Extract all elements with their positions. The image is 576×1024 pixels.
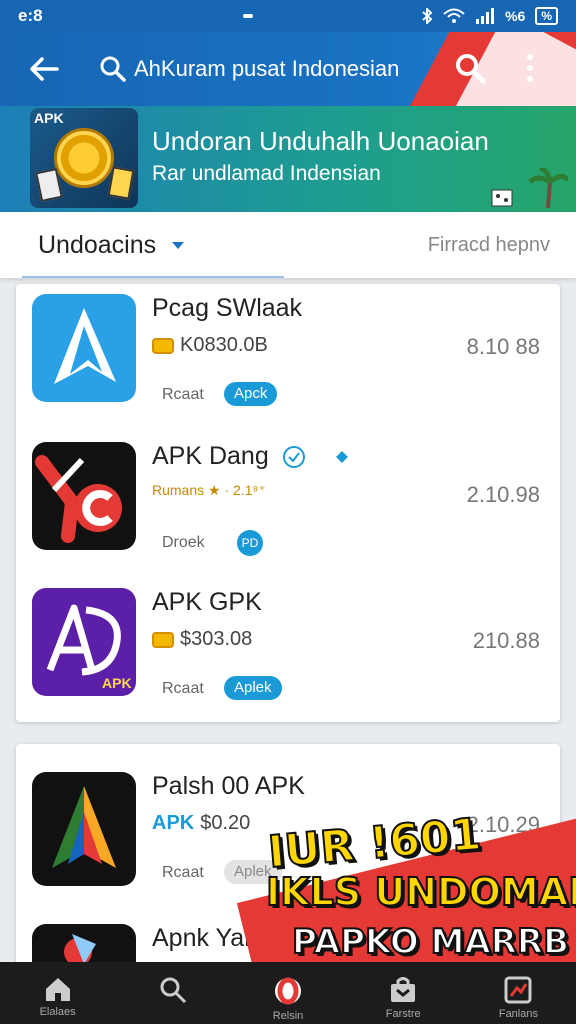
signal-text: %6: [505, 8, 526, 24]
nav-item-features[interactable]: Fanlans: [461, 962, 576, 1024]
coin-icon: [152, 631, 174, 648]
sort-label: Undoacins: [38, 230, 157, 259]
promo-line-2: IKLS UNDOMAN: [265, 869, 576, 915]
list-item[interactable]: APK APK GPK $303.08 Rcaat Aplek 210.88: [16, 588, 560, 722]
app-icon-ad: APK: [32, 588, 136, 696]
battery-icon: %: [535, 7, 558, 25]
bottom-navigation: Elalaes Relsin Farstre Fanlans: [0, 962, 576, 1024]
app-bar: AhKuram pusat Indonesian: [0, 32, 576, 106]
app-name: Pcag SWlaak: [152, 294, 303, 322]
app-meta: Rumans ★ · 2.1⁸⁺: [152, 482, 266, 498]
app-meta: $303.08: [152, 628, 252, 651]
nav-item-opera[interactable]: Relsin: [230, 962, 345, 1024]
signal-icon: [476, 8, 495, 24]
status-time: e:8: [18, 6, 43, 25]
bluetooth-icon: [422, 8, 433, 24]
filter-link[interactable]: Firracd hepnv: [428, 234, 550, 257]
banner-subtitle: Rar undlamad Indensian: [152, 162, 381, 185]
bag-icon: [391, 977, 416, 1002]
search-icon: [100, 56, 126, 82]
verified-icon: [282, 446, 305, 469]
app-name: Palsh 00 APK: [152, 772, 305, 800]
app-name: APK Dang: [152, 442, 349, 471]
banner-title: Undoran Unduhalh Uonaoian: [152, 126, 489, 156]
sort-dropdown[interactable]: Undoacins: [38, 230, 185, 260]
list-item[interactable]: APK Dang Rumans ★ · 2.1⁸⁺ Droek PD 2.10.…: [16, 442, 560, 582]
nav-item-store[interactable]: Farstre: [346, 962, 461, 1024]
filter-bar: Undoacins Firracd hepnv: [0, 212, 576, 278]
apk-badge[interactable]: PD: [237, 530, 263, 556]
promo-banner[interactable]: APK Undoran Unduhalh Uonaoian Rar undlam…: [0, 106, 576, 212]
app-meta: K0830.0B: [152, 334, 268, 357]
app-icon-triangle: [32, 294, 136, 402]
app-label: Droek: [162, 534, 205, 551]
svg-text:APK: APK: [102, 675, 132, 691]
nav-item-home[interactable]: Elalaes: [0, 962, 115, 1024]
gear-icon: [54, 128, 114, 188]
app-label: Rcaat: [162, 680, 204, 697]
caret-down-icon: [172, 241, 185, 249]
nav-item-search[interactable]: [115, 962, 230, 1024]
notification-dot: [242, 14, 253, 18]
chart-icon: [504, 976, 532, 1004]
active-tab-indicator: [22, 276, 284, 278]
app-label: Rcaat: [162, 864, 204, 881]
status-icons: %6 %: [421, 7, 558, 25]
apk-badge[interactable]: Apck: [224, 382, 278, 406]
search-icon: [456, 54, 486, 84]
banner-apk-label: APK: [34, 110, 64, 126]
back-button[interactable]: [24, 49, 64, 89]
opera-icon: [275, 977, 301, 1005]
home-icon: [45, 978, 70, 1001]
app-bar-title: AhKuram pusat Indonesian: [134, 56, 400, 81]
coin-icon: [152, 337, 174, 354]
banner-artwork: APK: [30, 108, 138, 208]
app-version: 8.10 88: [466, 334, 540, 359]
search-button[interactable]: [450, 48, 490, 88]
apk-badge[interactable]: Aplek: [224, 676, 282, 700]
wifi-icon: [443, 8, 465, 23]
diamond-icon: [335, 451, 348, 464]
app-icon-yc: [32, 442, 136, 550]
app-name: APK GPK: [152, 588, 262, 616]
status-bar: e:8 %6 %: [0, 0, 576, 32]
app-version: 210.88: [472, 628, 540, 653]
app-label: Rcaat: [162, 386, 204, 403]
search-field[interactable]: AhKuram pusat Indonesian: [100, 56, 399, 82]
promo-line-3: PAPKO MARRB: [291, 921, 570, 963]
search-icon: [160, 977, 186, 1004]
app-list-card: Pcag SWlaak K0830.0B Rcaat Apck 8.10 88 …: [16, 284, 560, 722]
palm-tree-icon: [491, 168, 568, 208]
list-item[interactable]: Pcag SWlaak K0830.0B Rcaat Apck 8.10 88: [16, 294, 560, 434]
app-version: 2.10.98: [466, 482, 540, 507]
arrow-left-icon: [30, 57, 59, 81]
more-options-button[interactable]: [516, 48, 544, 88]
promo-overlay[interactable]: IUR !601 IKLS UNDOMAN PAPKO MARRB: [210, 800, 576, 970]
app-icon-arrow: [32, 772, 136, 886]
